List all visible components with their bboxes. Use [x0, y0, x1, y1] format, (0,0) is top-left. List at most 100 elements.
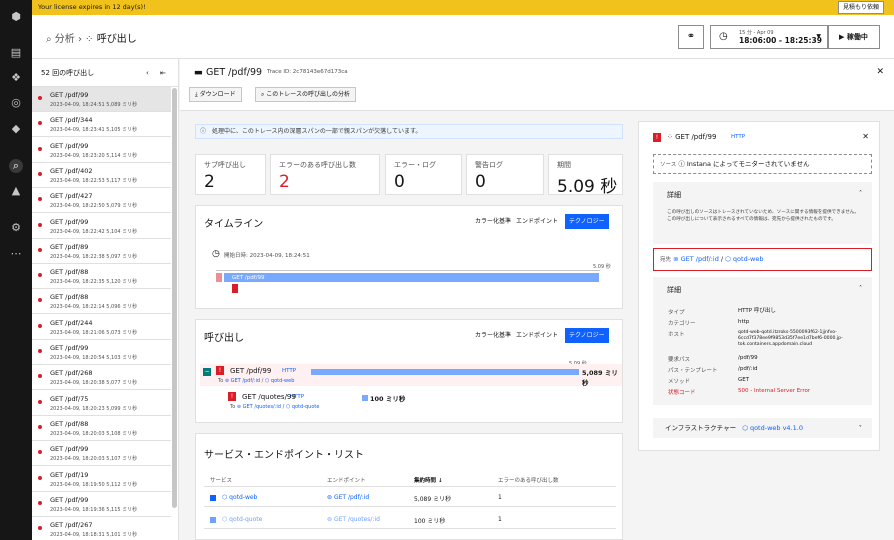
list-item[interactable]: GET /pdf/88 2023-04-09, 18:22:35 5,120 ミ…	[32, 264, 171, 290]
instana-logo-icon[interactable]: ⬢	[9, 10, 23, 24]
call-bar[interactable]	[311, 369, 579, 375]
time-picker[interactable]: ◷ 15 分 - Apr 09 18:06:00 - 18:25:39 ▼	[710, 25, 828, 49]
kv-value: GET	[738, 377, 750, 383]
call-endpoint[interactable]: ⊚ GET /pdf/:id	[225, 378, 260, 384]
timeline-bar[interactable]: GET /pdf/99	[224, 273, 599, 282]
timeline-start: 開始日時: 2023-04-09, 18:24:51	[224, 253, 310, 259]
call-list-title: 52 回の呼び出し ‹ ⇤	[32, 59, 178, 87]
download-button[interactable]: ⤓ ダウンロード	[189, 87, 242, 102]
analytics-icon[interactable]: ⌕	[9, 159, 23, 173]
list-item[interactable]: GET /pdf/75 2023-04-09, 18:20:23 5,099 ミ…	[32, 391, 171, 416]
call-service[interactable]: ⬡ qotd-quote	[286, 404, 320, 410]
quote-button[interactable]: 見積もり依頼	[837, 1, 884, 14]
websites-icon[interactable]: ◎	[9, 96, 23, 110]
error-dot-icon	[38, 374, 42, 379]
col-service: サービス	[210, 478, 233, 484]
close-icon[interactable]: ✕	[876, 67, 884, 77]
error-icon: !	[228, 392, 236, 401]
col-errors: エラーのある呼び出し数	[498, 478, 559, 484]
kv-key: パス・テンプレート	[668, 368, 718, 374]
analyze-label: このトレースの呼び出しの分析	[266, 91, 350, 98]
col-time[interactable]: 集約時間 ↓	[414, 476, 443, 484]
list-item[interactable]: GET /pdf/267 2023-04-09, 18:18:31 5,101 …	[32, 517, 171, 540]
dest-endpoint[interactable]: ⊚ GET /pdf/:id	[673, 255, 719, 263]
list-item[interactable]: GET /pdf/99 2023-04-09, 18:20:03 5,107 ミ…	[32, 441, 171, 467]
list-item-name: GET /pdf/75	[50, 394, 89, 403]
source-prefix: ソース	[660, 162, 677, 168]
service-link[interactable]: ⬡ qotd-web	[222, 494, 257, 501]
list-item-name: GET /pdf/89	[50, 242, 89, 251]
service-square-icon	[210, 495, 216, 501]
infrastructure-icon[interactable]: ◆	[9, 122, 23, 136]
kv-value: 500 - Internal Server Error	[738, 388, 811, 394]
call-bar[interactable]	[362, 395, 368, 401]
live-button[interactable]: ▶ 稼働中	[828, 25, 880, 49]
list-item[interactable]: GET /pdf/402 2023-04-09, 18:22:53 5,117 …	[32, 163, 171, 188]
error-dot-icon	[38, 399, 42, 404]
kv-value: HTTP 呼び出し	[738, 308, 776, 314]
call-endpoint[interactable]: ⊚ GET /quotes/:id	[237, 404, 281, 410]
list-item[interactable]: GET /pdf/99 2023-04-09, 18:20:54 5,103 ミ…	[32, 340, 171, 365]
settings-icon[interactable]: ⚙	[9, 221, 23, 235]
list-item[interactable]: GET /pdf/88 2023-04-09, 18:22:14 5,096 ミ…	[32, 289, 171, 315]
list-item[interactable]: GET /pdf/427 2023-04-09, 18:22:50 5,079 …	[32, 188, 171, 214]
call-endpoint-text: GET /pdf/:id	[230, 378, 261, 384]
chevron-down-icon: ˅	[858, 424, 862, 432]
info-icon: ⓘ	[678, 160, 687, 168]
call-name[interactable]: GET /quotes/99	[242, 393, 296, 401]
applications-icon[interactable]: ❖	[9, 71, 23, 85]
chevron-up-icon[interactable]: ˄	[859, 190, 862, 197]
trace-title: ▬ GET /pdf/99	[194, 67, 262, 78]
list-item[interactable]: GET /pdf/344 2023-04-09, 18:23:41 5,105 …	[32, 112, 171, 138]
dest-service[interactable]: ⬡ qotd-web	[725, 255, 763, 263]
service-link[interactable]: ⬡ qotd-quote	[222, 516, 262, 523]
trace-icon: ▬	[194, 67, 206, 78]
list-item-meta: 2023-04-09, 18:20:23 5,099 ミリ秒	[50, 405, 138, 412]
call-to-prefix: To	[218, 378, 224, 384]
list-item-meta: 2023-04-09, 18:23:20 5,114 ミリ秒	[50, 152, 138, 159]
list-item[interactable]: GET /pdf/268 2023-04-09, 18:20:38 5,077 …	[32, 365, 171, 391]
service-square-icon	[210, 517, 216, 523]
collapse-row-icon[interactable]: −	[203, 368, 211, 376]
chevron-up-icon[interactable]: ˄	[859, 285, 862, 292]
list-item[interactable]: GET /pdf/99 2023-04-09, 18:23:20 5,114 ミ…	[32, 138, 171, 163]
infrastructure-row[interactable]: インフラストラクチャー ⬡ qotd-web v4.1.0 ˅	[653, 418, 872, 438]
events-icon[interactable]: ▲	[9, 184, 23, 198]
stat-tile: サブ呼び出し 2	[195, 154, 266, 195]
list-item[interactable]: GET /pdf/99 2023-04-09, 18:24:51 5,089 ミ…	[32, 87, 171, 112]
list-item[interactable]: GET /pdf/244 2023-04-09, 18:21:06 5,073 …	[32, 315, 171, 340]
list-item[interactable]: GET /pdf/19 2023-04-09, 18:19:50 5,112 ミ…	[32, 467, 171, 492]
breadcrumb-root[interactable]: 分析	[55, 34, 75, 45]
call-to: To ⊚ GET /quotes/:id / ⬡ qotd-quote	[230, 404, 320, 410]
services-title: サービス・エンドポイント・リスト	[204, 450, 364, 461]
analyze-button[interactable]: ⌕ このトレースの呼び出しの分析	[255, 87, 356, 102]
tab-endpoint[interactable]: エンドポイント	[512, 214, 562, 229]
call-list: 52 回の呼び出し ‹ ⇤ GET /pdf/99 2023-04-09, 18…	[32, 59, 179, 540]
more-icon[interactable]: ⋯	[9, 247, 23, 261]
tab-endpoint[interactable]: エンドポイント	[512, 328, 562, 343]
close-icon[interactable]: ✕	[862, 132, 869, 141]
tab-technology[interactable]: テクノロジー	[565, 214, 609, 229]
link-icon[interactable]: ⚭	[678, 25, 704, 49]
endpoint-link[interactable]: ⊚ GET /pdf/:id	[327, 494, 369, 501]
list-item-name: GET /pdf/88	[50, 419, 89, 428]
collapse-icon[interactable]: ⇤	[160, 59, 166, 87]
dashboard-icon[interactable]: ▤	[9, 46, 23, 60]
endpoint-link[interactable]: ⊚ GET /quotes/:id	[327, 516, 380, 523]
infra-link[interactable]: ⬡ qotd-web v4.1.0	[742, 424, 803, 432]
list-item[interactable]: GET /pdf/89 2023-04-09, 18:22:38 5,097 ミ…	[32, 239, 171, 264]
list-item-name: GET /pdf/267	[50, 521, 93, 530]
tab-technology[interactable]: テクノロジー	[565, 328, 609, 343]
list-item[interactable]: GET /pdf/99 2023-04-09, 18:19:36 5,115 ミ…	[32, 492, 171, 517]
row-time: 5,089 ミリ秒	[414, 496, 452, 503]
call-service[interactable]: ⬡ qotd-web	[265, 378, 294, 384]
list-item[interactable]: GET /pdf/88 2023-04-09, 18:20:03 5,108 ミ…	[32, 416, 171, 441]
call-list-scrollbar[interactable]	[172, 88, 177, 508]
chevron-left-icon[interactable]: ‹	[146, 59, 149, 87]
trace-id: Trace ID: 2c78143e67d173ca	[267, 69, 348, 75]
kv-key: 要求パス	[668, 357, 691, 363]
list-item-meta: 2023-04-09, 18:20:38 5,077 ミリ秒	[50, 380, 138, 387]
list-item[interactable]: GET /pdf/99 2023-04-09, 18:22:42 5,104 ミ…	[32, 214, 171, 239]
call-name[interactable]: GET /pdf/99	[230, 367, 271, 375]
panel-tech: HTTP	[731, 134, 746, 140]
